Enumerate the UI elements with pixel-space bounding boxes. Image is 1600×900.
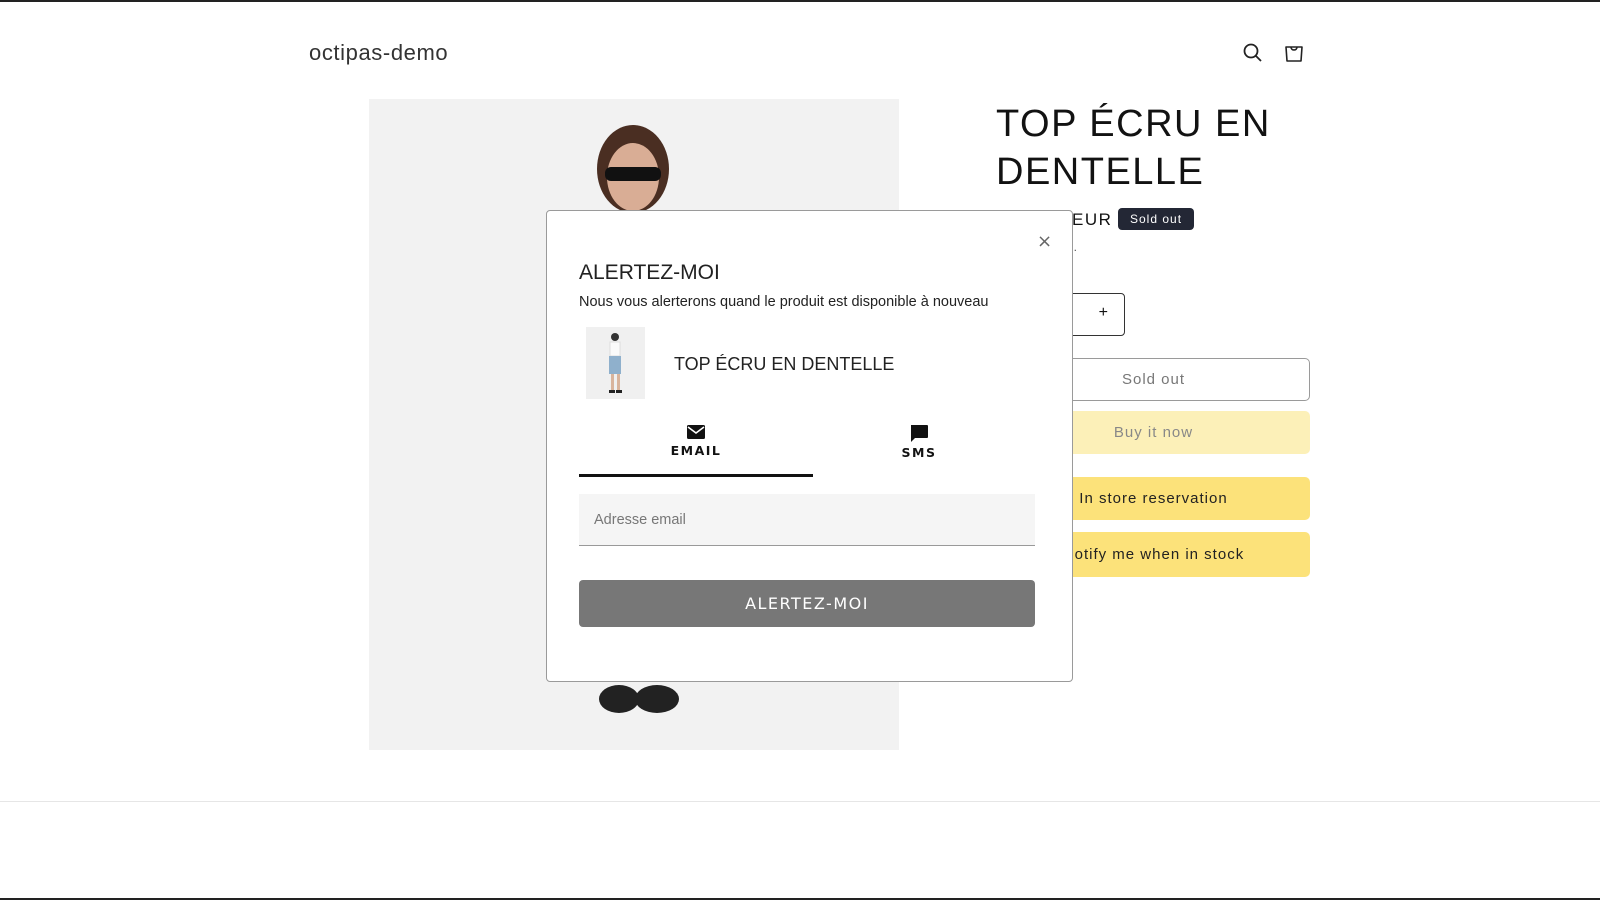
product-thumbnail: [586, 327, 645, 399]
modal-title: ALERTEZ-MOI: [579, 261, 720, 284]
modal-subtitle: Nous vous alerterons quand le produit es…: [579, 294, 989, 310]
store-logo[interactable]: octipas-demo: [309, 40, 448, 66]
tab-sms[interactable]: SMS: [802, 424, 1036, 460]
quantity-plus-button[interactable]: +: [1099, 304, 1108, 322]
active-tab-indicator: [579, 474, 813, 477]
tab-email[interactable]: EMAIL: [579, 424, 813, 458]
sold-out-badge: Sold out: [1118, 208, 1195, 230]
chat-icon: [911, 425, 928, 442]
search-icon[interactable]: [1241, 41, 1265, 65]
tab-sms-label: SMS: [901, 445, 937, 460]
close-icon[interactable]: ×: [1037, 231, 1052, 252]
footer-divider: [0, 801, 1600, 802]
modal-product-name: TOP ÉCRU EN DENTELLE: [674, 354, 895, 374]
cart-icon[interactable]: [1282, 41, 1306, 65]
email-icon: [687, 425, 705, 439]
email-input[interactable]: [579, 494, 1035, 546]
product-price: EUR: [1072, 210, 1113, 229]
back-in-stock-modal: × ALERTEZ-MOI Nous vous alerterons quand…: [546, 210, 1073, 682]
tab-email-label: EMAIL: [670, 443, 722, 458]
product-title: TOP ÉCRU EN DENTELLE: [996, 103, 1271, 193]
top-border: [0, 0, 1600, 2]
alert-me-button[interactable]: ALERTEZ-MOI: [579, 580, 1035, 627]
